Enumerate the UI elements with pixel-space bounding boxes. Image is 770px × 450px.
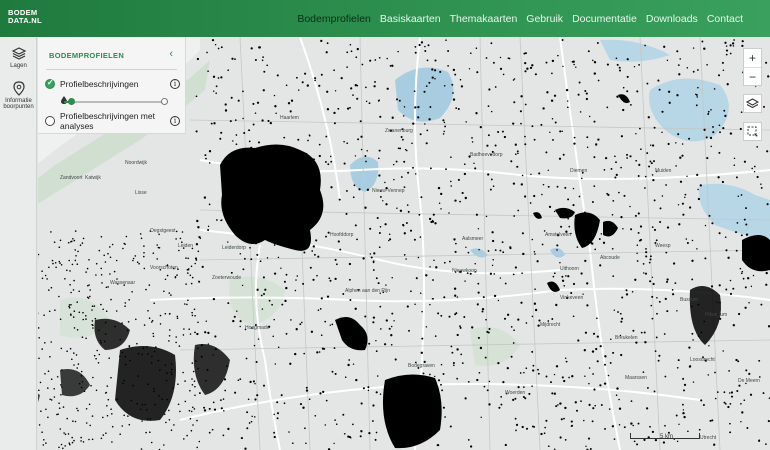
zoom-control: + − [743,48,762,86]
nav-gebruik[interactable]: Gebruik [526,13,563,25]
layer-label-line2: analyses [60,121,94,131]
layer-label: Profielbeschrijvingen [60,79,139,89]
nav-downloads[interactable]: Downloads [646,13,698,25]
nav-themakaarten[interactable]: Themakaarten [450,13,518,25]
zoom-out-button[interactable]: − [744,67,761,85]
layer-radio-checked[interactable] [45,78,55,89]
logo[interactable]: BODEM DATA.NL [8,9,42,25]
nav-bodemprofielen[interactable]: Bodemprofielen [297,13,371,25]
layer-row-profielbeschrijvingen[interactable]: Profielbeschrijvingen i [45,78,183,91]
layer-panel: BODEMPROFIELEN ‹ Profielbeschrijvingen i… [38,37,186,134]
select-area-button[interactable] [743,122,762,141]
scale-label: 5 km [660,434,674,440]
layers-button[interactable]: Lagen [0,45,37,69]
info-icon[interactable]: i [170,116,180,126]
layers-switch-button[interactable] [743,94,762,113]
zoom-in-button[interactable]: + [744,49,761,67]
tool-strip: Lagen Informatie boorpunten [0,37,37,450]
opacity-slider[interactable] [64,98,168,105]
nav-documentatie[interactable]: Documentatie [572,13,637,25]
layers-icon [11,47,26,60]
panel-divider [46,69,177,70]
info-points-button[interactable]: Informatie boorpunten [0,81,37,110]
panel-title: BODEMPROFIELEN [49,51,125,60]
layer-row-met-analyses[interactable]: Profielbeschrijvingen met analyses i [45,111,183,133]
collapse-panel-button[interactable]: ‹ [169,48,173,60]
layers-label: Lagen [10,63,27,69]
opacity-slider-handle[interactable] [68,98,76,105]
stack-icon [745,98,760,109]
logo-line2: DATA.NL [8,16,42,25]
nav-contact[interactable]: Contact [707,13,743,25]
select-area-icon [747,126,758,137]
nav-basiskaarten[interactable]: Basiskaarten [380,13,441,25]
opacity-full-icon [161,98,168,105]
map-pin-icon [12,81,25,96]
info-label-line2: boorpunten [3,104,34,110]
top-header: BODEM DATA.NL Bodemprofielen Basiskaarte… [0,0,770,37]
layer-label-line1: Profielbeschrijvingen met [60,111,155,121]
info-icon[interactable]: i [170,79,180,89]
layer-radio[interactable] [45,116,55,126]
main-nav: Bodemprofielen Basiskaarten Themakaarten… [288,0,743,37]
